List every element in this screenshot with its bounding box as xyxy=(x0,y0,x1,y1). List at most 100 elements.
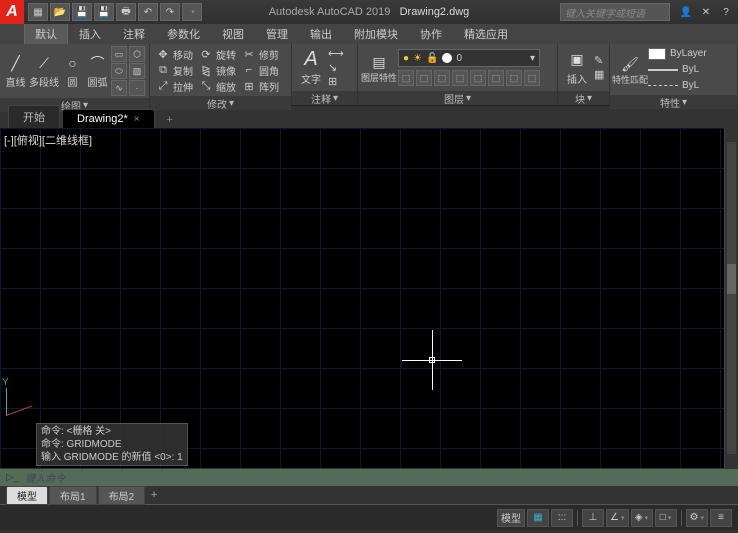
ortho-icon[interactable]: ⊥ xyxy=(582,509,604,527)
vertical-scrollbar[interactable] xyxy=(724,128,738,468)
text-button[interactable]: A文字 xyxy=(296,50,326,86)
search-input[interactable]: 键入关键字或短语 xyxy=(560,3,670,21)
stretch-button[interactable]: ⤢拉伸 xyxy=(154,78,195,94)
save-icon[interactable]: 💾 xyxy=(72,3,92,21)
layer-tool-icon[interactable]: ⬚ xyxy=(506,70,522,86)
linetype-icon xyxy=(648,85,678,86)
chevron-down-icon[interactable]: ▾ xyxy=(333,93,338,104)
tab-manage[interactable]: 管理 xyxy=(255,23,299,44)
polyline-icon: ⟋ xyxy=(34,53,54,73)
block-edit-icon[interactable]: ✎ xyxy=(594,54,604,67)
layer-props-button[interactable]: ▤图层特性 xyxy=(362,52,396,83)
close-icon[interactable]: × xyxy=(134,114,140,125)
block-create-icon[interactable]: ▦ xyxy=(594,68,604,81)
tab-start[interactable]: 开始 xyxy=(8,105,60,128)
exchange-icon[interactable]: ✕ xyxy=(698,4,714,20)
rect-icon[interactable]: ▭ xyxy=(111,46,127,62)
insert-block-button[interactable]: ▣插入 xyxy=(562,50,592,86)
lineweight-combo[interactable]: ByL xyxy=(648,62,707,77)
chevron-down-icon[interactable]: ▾ xyxy=(229,98,234,109)
layer-tool-icon[interactable]: ⬚ xyxy=(524,70,540,86)
tab-addins[interactable]: 附加模块 xyxy=(343,23,409,44)
tab-insert[interactable]: 插入 xyxy=(68,23,112,44)
chevron-down-icon[interactable]: ▾ xyxy=(682,97,687,108)
chevron-down-icon[interactable]: ▾ xyxy=(587,93,592,104)
chevron-down-icon[interactable]: ▾ xyxy=(466,93,471,104)
tab-layout2[interactable]: 布局2 xyxy=(98,486,146,505)
spline-icon[interactable]: ∿ xyxy=(111,80,127,96)
redo-icon[interactable]: ↷ xyxy=(160,3,180,21)
tab-collab[interactable]: 协作 xyxy=(409,23,453,44)
leader-icon[interactable]: ↘ xyxy=(328,61,350,74)
scroll-thumb[interactable] xyxy=(727,264,736,294)
table-icon[interactable]: ⊞ xyxy=(328,75,350,88)
isodraft-icon[interactable]: ◈ xyxy=(631,509,653,527)
polar-icon[interactable]: ∠ xyxy=(606,509,628,527)
scale-button[interactable]: ⤡缩放 xyxy=(197,78,238,94)
help-icon[interactable]: ? xyxy=(718,4,734,20)
app-icon[interactable]: A xyxy=(0,0,24,24)
osnap-icon[interactable]: □ xyxy=(655,509,677,527)
tab-output[interactable]: 输出 xyxy=(299,23,343,44)
layer-tool-icon[interactable]: ⬚ xyxy=(470,70,486,86)
layer-tool-icon[interactable]: ⬚ xyxy=(398,70,414,86)
signin-icon[interactable]: 👤 xyxy=(678,4,694,20)
status-model-button[interactable]: 模型 xyxy=(497,509,525,527)
new-icon[interactable]: ▦ xyxy=(28,3,48,21)
hatch-icon[interactable]: ▨ xyxy=(129,63,145,79)
undo-icon[interactable]: ↶ xyxy=(138,3,158,21)
move-button[interactable]: ✥移动 xyxy=(154,46,195,62)
snap-icon[interactable]: ::: xyxy=(551,509,573,527)
fillet-button[interactable]: ⌐圆角 xyxy=(240,62,281,78)
app-title: Autodesk AutoCAD 2019 Drawing2.dwg xyxy=(269,6,470,18)
open-icon[interactable]: 📂 xyxy=(50,3,70,21)
array-button[interactable]: ⊞阵列 xyxy=(240,78,281,94)
tab-featured[interactable]: 精选应用 xyxy=(453,23,519,44)
ellipse-icon[interactable]: ⬭ xyxy=(111,63,127,79)
file-name: Drawing2.dwg xyxy=(400,6,470,18)
tab-default[interactable]: 默认 xyxy=(24,23,68,44)
layer-tool-icon[interactable]: ⬚ xyxy=(434,70,450,86)
rotate-button[interactable]: ⟳旋转 xyxy=(197,46,238,62)
add-layout-button[interactable]: + xyxy=(146,489,162,501)
mirror-button[interactable]: ⧎镜像 xyxy=(197,62,238,78)
command-line[interactable]: ▷_ 键入命令 xyxy=(0,468,738,486)
drawing-canvas[interactable]: [-][俯视][二维线框] Y 命令: <栅格 关> 命令: GRIDMODE … xyxy=(0,128,738,486)
layer-tool-icon[interactable]: ⬚ xyxy=(488,70,504,86)
tab-layout1[interactable]: 布局1 xyxy=(49,486,97,505)
grid-icon[interactable]: ▦ xyxy=(527,509,549,527)
block-icon: ▣ xyxy=(567,50,587,70)
polyline-button[interactable]: ⟋多段线 xyxy=(29,53,59,89)
color-combo[interactable]: ByLayer xyxy=(648,46,707,61)
tab-model[interactable]: 模型 xyxy=(6,486,48,505)
copy-button[interactable]: ⧉复制 xyxy=(154,62,195,78)
match-props-button[interactable]: 🖌特性匹配 xyxy=(614,54,646,85)
saveas-icon[interactable]: 💾 xyxy=(94,3,114,21)
panel-layers-title: 图层 xyxy=(444,91,464,106)
tab-view[interactable]: 视图 xyxy=(211,23,255,44)
qat-dropdown-icon[interactable] xyxy=(182,3,202,21)
array-icon: ⊞ xyxy=(242,80,256,93)
file-tabs: 开始 Drawing2*× + xyxy=(0,106,738,128)
linetype-combo[interactable]: ByL xyxy=(648,78,707,93)
tab-drawing[interactable]: Drawing2*× xyxy=(62,109,155,128)
new-tab-button[interactable]: + xyxy=(161,112,179,128)
layer-combo[interactable]: ● ☀ 🔓 0 ▾ xyxy=(398,49,540,67)
trim-button[interactable]: ✂修剪 xyxy=(240,46,281,62)
dim-icon[interactable]: ⟷ xyxy=(328,47,350,60)
ucs-icon[interactable] xyxy=(6,386,36,416)
tab-annotate[interactable]: 注释 xyxy=(112,23,156,44)
search-placeholder: 键入关键字或短语 xyxy=(565,5,645,20)
plot-icon[interactable]: 🖶 xyxy=(116,3,136,21)
misc-draw-icon[interactable]: ⬡ xyxy=(129,46,145,62)
point-icon[interactable]: · xyxy=(129,80,145,96)
circle-button[interactable]: ○圆 xyxy=(61,53,84,89)
arc-button[interactable]: ⌒圆弧 xyxy=(86,53,109,89)
workspace-icon[interactable]: ⚙ xyxy=(686,509,708,527)
tab-parametric[interactable]: 参数化 xyxy=(156,23,211,44)
layer-tool-icon[interactable]: ⬚ xyxy=(416,70,432,86)
viewport-label[interactable]: [-][俯视][二维线框] xyxy=(4,132,92,148)
customize-icon[interactable]: ≡ xyxy=(710,509,732,527)
layer-tool-icon[interactable]: ⬚ xyxy=(452,70,468,86)
line-button[interactable]: ╱直线 xyxy=(4,53,27,89)
